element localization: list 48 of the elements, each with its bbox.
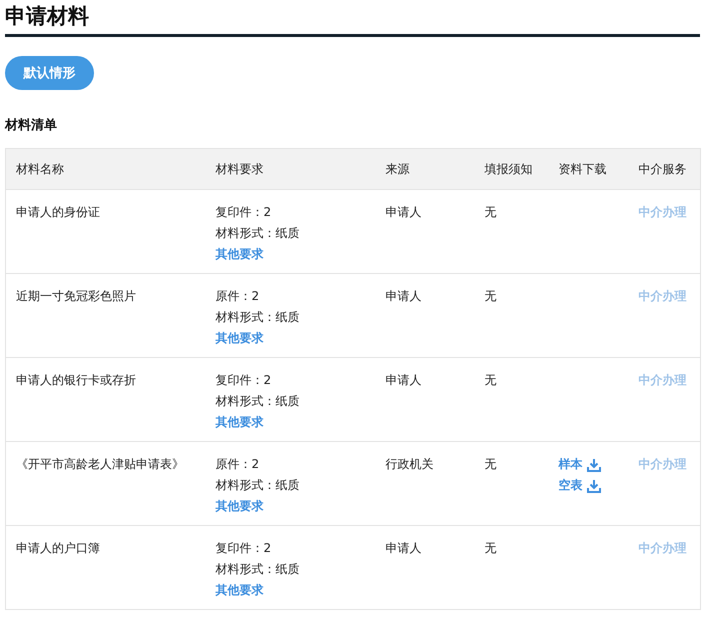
agency-service-link: 中介办理 bbox=[638, 540, 686, 557]
agency-service-link: 中介办理 bbox=[638, 288, 686, 305]
download-link[interactable]: 样本 bbox=[558, 454, 600, 475]
agency-service-link: 中介办理 bbox=[638, 372, 686, 389]
notice-text: 无 bbox=[484, 540, 498, 557]
requirement-text: 原件：2 bbox=[216, 288, 260, 305]
notice-text: 无 bbox=[484, 372, 498, 389]
source-text: 申请人 bbox=[386, 288, 422, 305]
material-name: 申请人的身份证 bbox=[16, 204, 101, 221]
other-requirements-link[interactable]: 其他要求 bbox=[216, 244, 264, 265]
other-requirements-link[interactable]: 其他要求 bbox=[216, 412, 264, 433]
requirement-text: 复印件：2 bbox=[216, 204, 272, 221]
requirement-text: 材料形式：纸质 bbox=[216, 561, 300, 578]
source-text: 申请人 bbox=[386, 540, 422, 557]
column-header: 材料名称 bbox=[6, 148, 206, 190]
notice-text: 无 bbox=[484, 288, 498, 305]
notice-text: 无 bbox=[484, 456, 498, 473]
material-name: 申请人的户口簿 bbox=[16, 540, 101, 557]
requirement-text: 原件：2 bbox=[216, 456, 260, 473]
column-header: 资料下载 bbox=[548, 148, 628, 190]
source-text: 申请人 bbox=[386, 204, 422, 221]
requirement-text: 材料形式：纸质 bbox=[216, 309, 300, 326]
download-icon bbox=[586, 478, 600, 492]
requirement-text: 复印件：2 bbox=[216, 372, 272, 389]
material-name: 申请人的银行卡或存折 bbox=[16, 372, 137, 389]
column-header: 来源 bbox=[376, 148, 474, 190]
source-text: 行政机关 bbox=[386, 456, 434, 473]
other-requirements-link[interactable]: 其他要求 bbox=[216, 580, 264, 601]
source-text: 申请人 bbox=[386, 372, 422, 389]
other-requirements-link[interactable]: 其他要求 bbox=[216, 328, 264, 349]
notice-text: 无 bbox=[484, 204, 498, 221]
column-header: 填报须知 bbox=[474, 148, 548, 190]
material-name: 《开平市高龄老人津贴申请表》 bbox=[16, 456, 185, 473]
download-icon bbox=[586, 458, 600, 472]
agency-service-link: 中介办理 bbox=[638, 204, 686, 221]
page-title: 申请材料 bbox=[5, 0, 700, 37]
scenario-button[interactable]: 默认情形 bbox=[5, 56, 94, 90]
requirement-text: 复印件：2 bbox=[216, 540, 272, 557]
column-header: 中介服务 bbox=[628, 148, 700, 190]
other-requirements-link[interactable]: 其他要求 bbox=[216, 496, 264, 517]
material-name: 近期一寸免冠彩色照片 bbox=[16, 288, 137, 305]
section-title: 材料清单 bbox=[5, 117, 58, 134]
column-header: 材料要求 bbox=[206, 148, 376, 190]
agency-service-link: 中介办理 bbox=[638, 456, 686, 473]
requirement-text: 材料形式：纸质 bbox=[216, 393, 300, 410]
requirement-text: 材料形式：纸质 bbox=[216, 477, 300, 494]
download-link[interactable]: 空表 bbox=[558, 475, 600, 496]
requirement-text: 材料形式：纸质 bbox=[216, 225, 300, 242]
